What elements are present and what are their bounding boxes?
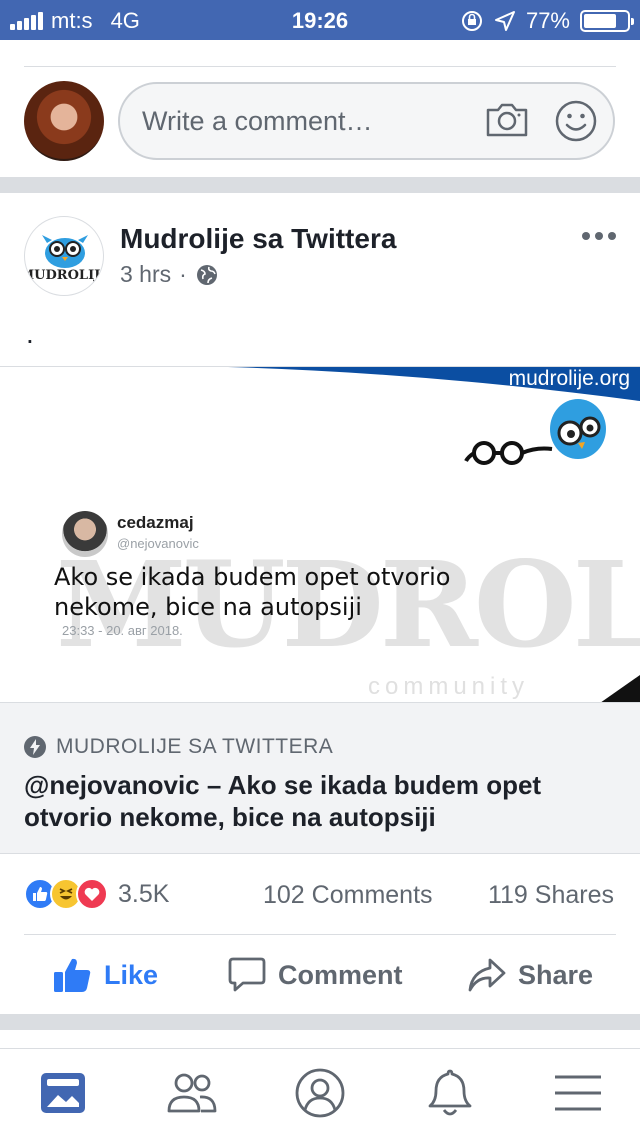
divider — [24, 66, 616, 67]
tweet-date: 23:33 - 20. авг 2018. — [62, 623, 183, 638]
link-preview[interactable]: MUDROLIJE SA TWITTERA @nejovanovic – Ako… — [0, 702, 640, 854]
post-time[interactable]: 3 hrs — [120, 261, 171, 288]
share-label: Share — [518, 959, 594, 990]
instant-article-bolt-icon — [24, 736, 46, 758]
emoji-icon[interactable] — [555, 100, 597, 142]
link-source: MUDROLIJE SA TWITTERA — [24, 735, 333, 759]
page-avatar[interactable]: MUDROLIJE — [24, 216, 104, 296]
user-avatar[interactable] — [24, 81, 104, 161]
feed-separator — [0, 1014, 640, 1030]
more-dot — [582, 232, 590, 240]
comment-placeholder: Write a comment… — [142, 105, 373, 136]
tweet-text: Ako se ikada budem opet otvorio nekome, … — [54, 563, 451, 621]
share-arrow-icon — [468, 958, 506, 992]
logo-text: MUDROLIJE — [25, 268, 104, 283]
shared-image[interactable]: mudrolije.org MUDROLIJE community cedazm… — [0, 366, 640, 702]
comment-bubble-icon — [228, 957, 266, 992]
glasses-icon — [464, 441, 553, 465]
share-button[interactable]: Share — [468, 952, 593, 998]
globe-icon — [196, 264, 217, 285]
like-label: Like — [104, 959, 159, 990]
page-name[interactable]: Mudrolije sa Twittera — [120, 223, 396, 255]
profile-icon[interactable] — [294, 1067, 346, 1119]
post-options-button[interactable] — [582, 232, 616, 240]
more-dot — [608, 232, 616, 240]
site-label: mudrolije.org — [508, 367, 630, 390]
owl-logo-icon: MUDROLIJE — [25, 235, 104, 283]
friends-icon[interactable] — [166, 1067, 218, 1119]
battery-fill — [584, 14, 617, 28]
like-button[interactable]: Like — [52, 952, 158, 998]
tweet-avatar — [62, 511, 108, 557]
watermark-subtext: community — [368, 673, 530, 700]
status-bar: mt:s 4G 19:26 77% — [0, 0, 640, 40]
link-title: @nejovanovic – Ako se ikada budem opet o… — [24, 770, 542, 832]
feed-separator — [0, 177, 640, 193]
orientation-lock-icon — [461, 11, 482, 31]
tweet-username: cedazmaj — [117, 513, 194, 532]
more-dot — [595, 232, 603, 240]
comment-input[interactable]: Write a comment… — [118, 82, 615, 160]
shares-count[interactable]: 119 Shares — [488, 881, 614, 910]
comments-count[interactable]: 102 Comments — [263, 881, 433, 910]
battery-icon — [580, 10, 634, 32]
post-meta: 3 hrs · — [120, 261, 219, 288]
battery-percent: 77% — [525, 8, 570, 33]
news-feed-icon[interactable] — [38, 1067, 90, 1119]
location-icon — [494, 11, 515, 31]
love-reaction-icon — [76, 878, 108, 910]
status-right: 77% — [460, 8, 634, 34]
notifications-icon[interactable] — [424, 1067, 476, 1119]
divider — [24, 934, 616, 935]
comment-label: Comment — [278, 959, 403, 990]
comment-button[interactable]: Comment — [228, 952, 403, 998]
link-source-label: MUDROLIJE SA TWITTERA — [56, 735, 334, 758]
reactions-summary[interactable]: 3.5K — [24, 878, 169, 910]
reactions-count: 3.5K — [118, 879, 170, 908]
camera-icon[interactable] — [485, 102, 529, 138]
menu-icon[interactable] — [552, 1067, 604, 1119]
tweet-handle: @nejovanovic — [117, 536, 199, 551]
meta-separator: · — [179, 261, 187, 287]
tab-bar — [0, 1048, 640, 1136]
owl-mascot-icon — [550, 399, 606, 459]
thumbs-up-icon — [54, 958, 91, 992]
post-text: . — [26, 318, 34, 349]
